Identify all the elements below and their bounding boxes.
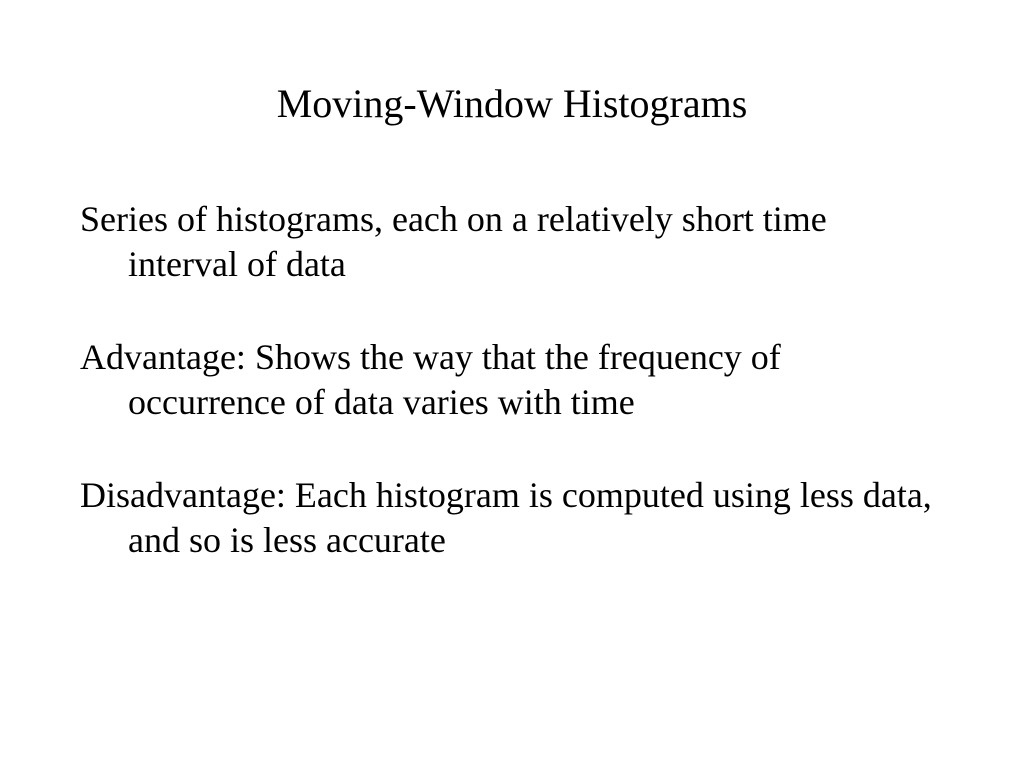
body-paragraph: Advantage: Shows the way that the freque… xyxy=(80,335,944,425)
slide-title: Moving-Window Histograms xyxy=(80,80,944,127)
body-paragraph: Series of histograms, each on a relative… xyxy=(80,197,944,287)
body-paragraph: Disadvantage: Each histogram is computed… xyxy=(80,473,944,563)
